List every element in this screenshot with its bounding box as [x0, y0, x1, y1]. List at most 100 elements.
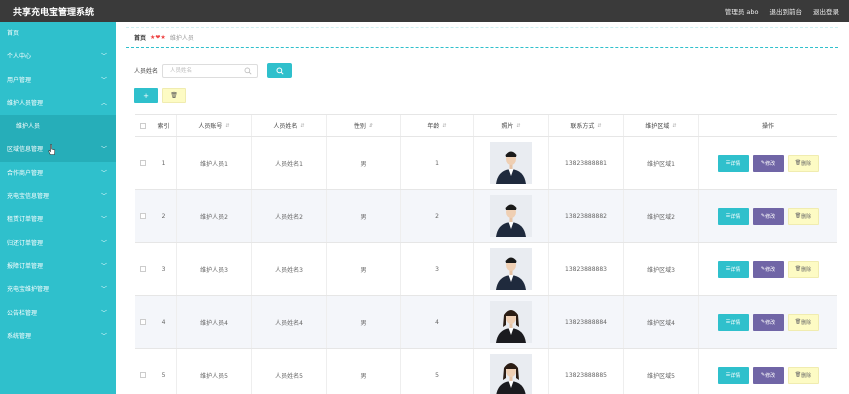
edit-button[interactable]: ✎ 修改 — [752, 366, 784, 384]
table-row: 2 维护人员2 人员姓名2 男 2 13823888882 维护区域2 ☰ 详情 ✎ 修改 🗑 删… — [135, 190, 837, 243]
plus-icon: + — [143, 91, 149, 100]
add-button[interactable]: + — [134, 88, 158, 103]
detail-button[interactable]: ☰ 详情 — [717, 366, 749, 384]
row-checkbox[interactable] — [140, 266, 146, 272]
chevron-down-icon: ﹀ — [100, 76, 107, 84]
sidebar-item[interactable]: 公告栏管理 ﹀ — [0, 302, 116, 325]
chevron-down-icon: ﹀ — [100, 239, 107, 247]
sidebar-item[interactable]: 维护人员 — [0, 115, 116, 139]
row-checkbox-cell — [135, 137, 151, 189]
search-input[interactable]: 人员姓名 — [162, 63, 259, 78]
cell-index: 3 — [151, 243, 177, 295]
sidebar-item[interactable]: 租赁订单管理 ﹀ — [0, 208, 116, 231]
cell-index: 4 — [151, 296, 177, 348]
edit-button[interactable]: ✎ 修改 — [752, 260, 784, 278]
row-checkbox[interactable] — [140, 319, 146, 325]
logout-link[interactable]: 退出登录 — [813, 6, 839, 16]
col-phone[interactable]: 联系方式 ⇵ — [549, 115, 624, 136]
delete-button[interactable]: 🗑 删除 — [787, 313, 819, 331]
exit-to-home-link[interactable]: 退出到前台 — [770, 6, 803, 16]
edit-button[interactable]: ✎ 修改 — [752, 154, 784, 172]
select-all-checkbox[interactable] — [140, 122, 146, 129]
cell-sex: 男 — [327, 349, 401, 394]
cell-index: 5 — [151, 349, 177, 394]
staff-photo — [490, 248, 532, 290]
row-checkbox[interactable] — [140, 213, 146, 219]
cell-age: 2 — [401, 190, 474, 242]
sort-icon: ⇵ — [368, 122, 374, 129]
sidebar-item[interactable]: 归还订单管理 ﹀ — [0, 232, 116, 255]
sidebar-item[interactable]: 首页 — [0, 22, 116, 45]
sidebar-item[interactable]: 维护人员管理 ︿ — [0, 92, 116, 115]
sidebar-item-label: 区域信息管理 — [7, 146, 44, 154]
current-user: 管理员 abo — [724, 8, 759, 16]
chevron-down-icon: ﹀ — [100, 216, 107, 224]
cell-name: 人员姓名3 — [252, 243, 327, 295]
edit-button[interactable]: ✎ 修改 — [752, 207, 784, 225]
sidebar-item[interactable]: 系统管理 ﹀ — [0, 325, 116, 348]
row-checkbox[interactable] — [140, 160, 146, 166]
sidebar-item[interactable]: 充电宝维护管理 ﹀ — [0, 278, 116, 301]
breadcrumb-home[interactable]: 首页 — [134, 33, 146, 42]
sidebar-item-label: 归还订单管理 — [7, 239, 44, 247]
col-account[interactable]: 人员账号 ⇵ — [177, 115, 252, 136]
delete-button[interactable]: 🗑 删除 — [787, 366, 819, 384]
cell-age: 1 — [401, 137, 474, 189]
row-checkbox[interactable] — [140, 372, 146, 378]
cell-actions: ☰ 详情 ✎ 修改 🗑 删除 — [699, 296, 837, 348]
cell-index: 2 — [151, 190, 177, 242]
table-row: 3 维护人员3 人员姓名3 男 3 13823888883 维护区域3 ☰ 详情 ✎ 修改 🗑 删… — [135, 243, 837, 296]
sidebar-item-label: 系统管理 — [7, 332, 32, 340]
detail-button[interactable]: ☰ 详情 — [717, 313, 749, 331]
delete-button[interactable]: 🗑 删除 — [787, 207, 819, 225]
sort-icon: ⇵ — [442, 122, 447, 129]
row-checkbox-cell — [135, 349, 151, 394]
sidebar-item-label: 租赁订单管理 — [7, 216, 44, 224]
search-button-icon — [275, 66, 284, 75]
chevron-down-icon: ﹀ — [100, 169, 107, 177]
sidebar-item-label: 个人中心 — [7, 53, 32, 61]
search-icon — [244, 67, 252, 74]
search-placeholder: 人员姓名 — [170, 67, 193, 74]
cell-photo — [474, 296, 549, 348]
cell-account: 维护人员1 — [177, 137, 252, 189]
detail-button[interactable]: ☰ 详情 — [717, 207, 749, 225]
cell-phone: 13823888882 — [549, 190, 624, 242]
col-name[interactable]: 人员姓名 ⇵ — [252, 115, 327, 136]
sidebar-item[interactable]: 充电宝信息管理 ﹀ — [0, 185, 116, 208]
search-button[interactable] — [267, 63, 293, 78]
sidebar-item[interactable]: 个人中心 ﹀ — [0, 45, 116, 68]
delete-button[interactable]: 🗑 删除 — [787, 260, 819, 278]
sidebar-item[interactable]: 用户管理 ﹀ — [0, 69, 116, 92]
header-checkbox-cell — [135, 115, 151, 136]
cell-photo — [474, 349, 549, 394]
detail-button[interactable]: ☰ 详情 — [717, 154, 749, 172]
sidebar-item-label: 合作商户管理 — [7, 169, 44, 177]
col-age[interactable]: 年龄 ⇵ — [401, 115, 474, 136]
sort-icon: ⇵ — [300, 122, 305, 129]
app-title: 共享充电宝管理系统 — [13, 8, 95, 18]
breadcrumb: 首页 ★❤★ 维护人员 — [126, 27, 838, 48]
sidebar-item[interactable]: 报障订单管理 ﹀ — [0, 255, 116, 278]
cell-photo — [474, 137, 549, 189]
cell-area: 维护区域3 — [624, 243, 699, 295]
col-area[interactable]: 维护区域 ⇵ — [624, 115, 699, 136]
breadcrumb-current: 维护人员 — [169, 35, 194, 42]
detail-button[interactable]: ☰ 详情 — [717, 260, 749, 278]
col-index: 索引 — [151, 115, 177, 136]
col-sex[interactable]: 性别 ⇵ — [327, 115, 401, 136]
sort-icon: ⇵ — [672, 122, 677, 129]
batch-delete-button[interactable]: 🗑 — [162, 88, 186, 103]
delete-button[interactable]: 🗑 删除 — [787, 154, 819, 172]
col-photo[interactable]: 照片 ⇵ — [474, 115, 549, 136]
sidebar-item[interactable]: 合作商户管理 ﹀ — [0, 162, 116, 185]
hand-cursor-icon — [48, 144, 56, 156]
main-content: 首页 ★❤★ 维护人员 人员姓名 人员姓名 + 🗑 索引 人员账号 ⇵ 人员姓名… — [116, 22, 849, 394]
sidebar-item[interactable]: 区域信息管理 ﹀ — [0, 138, 116, 162]
chevron-down-icon: ﹀ — [100, 146, 107, 154]
sidebar: 首页 个人中心 ﹀ 用户管理 ﹀ 维护人员管理 ︿ 维护人员 区域信息管理 ﹀ 合作商户管理 ﹀ 充电宝… — [0, 22, 116, 394]
cell-index: 1 — [151, 137, 177, 189]
staff-photo — [490, 354, 532, 394]
cell-actions: ☰ 详情 ✎ 修改 🗑 删除 — [699, 243, 837, 295]
edit-button[interactable]: ✎ 修改 — [752, 313, 784, 331]
